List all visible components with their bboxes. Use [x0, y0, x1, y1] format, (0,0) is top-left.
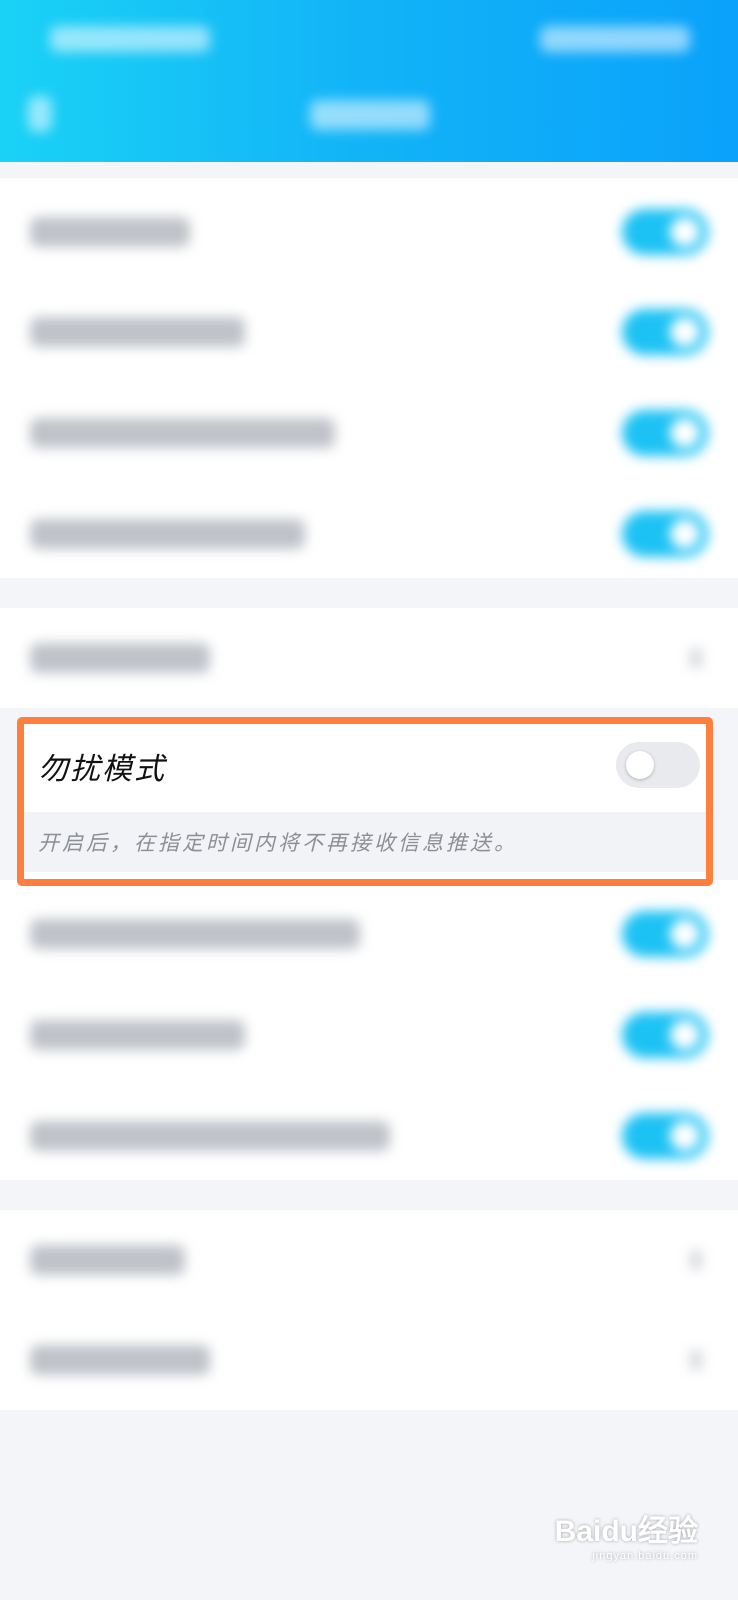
chevron-right-icon [690, 648, 702, 668]
settings-row[interactable] [0, 1086, 738, 1186]
dnd-toggle[interactable] [616, 742, 700, 788]
status-bar-right [540, 26, 690, 52]
watermark-brand: Baidu经验 [554, 1515, 698, 1548]
setting-label [30, 1245, 185, 1275]
setting-label [30, 919, 360, 949]
settings-row[interactable] [0, 282, 738, 382]
page-title [310, 100, 430, 130]
toggle-switch[interactable] [622, 309, 708, 355]
setting-label [30, 317, 245, 347]
chevron-right-icon [690, 1350, 702, 1370]
dnd-description: 开启后，在指定时间内将不再接收信息推送。 [38, 831, 518, 855]
setting-label [30, 1020, 245, 1050]
dnd-setting-row[interactable]: 勿扰模式 [24, 724, 706, 812]
toggle-knob [626, 751, 654, 779]
status-bar-left [50, 26, 210, 52]
settings-row[interactable] [0, 985, 738, 1085]
app-header [0, 0, 738, 162]
settings-section-1 [0, 178, 738, 578]
settings-row[interactable] [0, 182, 738, 282]
settings-section-3 [0, 880, 738, 1180]
toggle-switch[interactable] [622, 1113, 708, 1159]
toggle-switch[interactable] [622, 209, 708, 255]
watermark-domain: jingyan.baidu.com [592, 1550, 698, 1562]
baidu-watermark: Baidu经验 jingyan.baidu.com [555, 1506, 698, 1562]
dnd-label: 勿扰模式 [38, 752, 166, 787]
setting-label [30, 418, 335, 448]
toggle-switch[interactable] [622, 1012, 708, 1058]
settings-nav-row[interactable] [0, 1310, 738, 1410]
setting-label [30, 519, 305, 549]
setting-label [30, 643, 210, 673]
settings-nav-row[interactable] [0, 1210, 738, 1310]
settings-row[interactable] [0, 484, 738, 584]
toggle-switch[interactable] [622, 911, 708, 957]
setting-label [30, 217, 190, 247]
toggle-switch[interactable] [622, 511, 708, 557]
setting-label [30, 1121, 390, 1151]
settings-row[interactable] [0, 884, 738, 984]
settings-section-2 [0, 608, 738, 708]
highlight-box: 勿扰模式 开启后，在指定时间内将不再接收信息推送。 [17, 717, 713, 886]
setting-label [30, 1345, 210, 1375]
dnd-description-area: 开启后，在指定时间内将不再接收信息推送。 [24, 812, 706, 872]
chevron-right-icon [690, 1250, 702, 1270]
settings-row[interactable] [0, 383, 738, 483]
toggle-switch[interactable] [622, 410, 708, 456]
settings-nav-row[interactable] [0, 608, 738, 708]
back-arrow-icon[interactable] [28, 96, 52, 132]
settings-section-4 [0, 1210, 738, 1410]
